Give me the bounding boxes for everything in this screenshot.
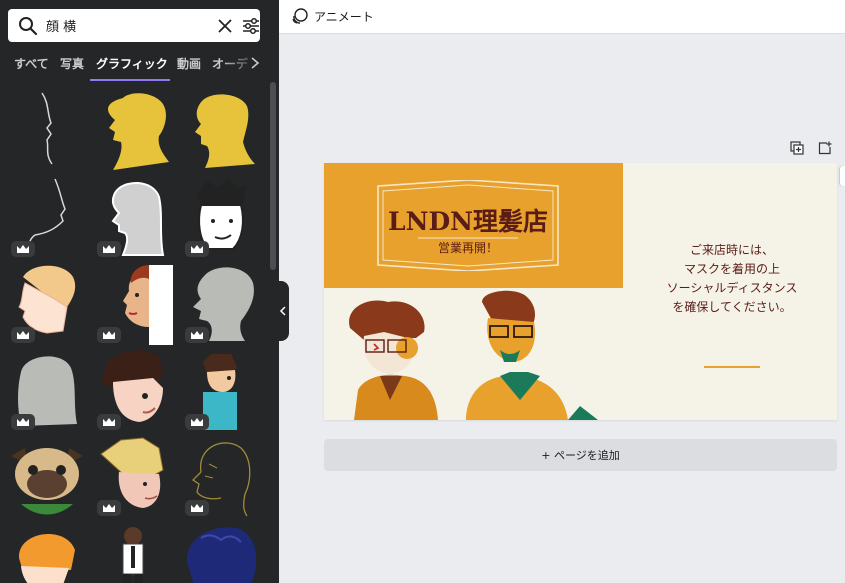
graphic-redhead-woman-half[interactable] bbox=[93, 261, 173, 345]
animate-button[interactable]: アニメート bbox=[314, 8, 374, 25]
crown-icon bbox=[17, 418, 29, 426]
close-icon[interactable] bbox=[216, 17, 234, 35]
graphic-grey-head-silhouette[interactable] bbox=[181, 261, 261, 345]
premium-crown-badge bbox=[97, 327, 121, 343]
graphic-line-head-gold[interactable] bbox=[181, 434, 261, 518]
chevron-left-icon bbox=[279, 306, 286, 316]
editor-topbar: アニメート bbox=[279, 0, 845, 34]
graphic-grey-woman-silhouette[interactable] bbox=[7, 348, 87, 432]
graphic-cartoon-boy-brown-hair[interactable] bbox=[93, 348, 173, 432]
slide-message-line: ご来店時には、 bbox=[689, 243, 774, 257]
crown-icon bbox=[191, 504, 203, 512]
graphic-cartoon-man-black-hair[interactable] bbox=[181, 175, 261, 259]
graphic-cartoon-boy-side[interactable] bbox=[181, 348, 261, 432]
graphic-line-profile-chin[interactable] bbox=[7, 175, 87, 259]
tab-videos[interactable]: 動画 bbox=[177, 55, 201, 72]
search-bar[interactable] bbox=[8, 9, 260, 42]
barbers-illustration bbox=[349, 290, 598, 420]
animate-icon[interactable] bbox=[291, 8, 308, 25]
graphic-pug-face[interactable] bbox=[7, 434, 87, 518]
graphic-blond-man-sketch[interactable] bbox=[93, 434, 173, 518]
barbershop-sign[interactable]: LNDN理髪店 営業再開！ bbox=[370, 180, 566, 271]
graphics-panel: すべて 写真 グラフィック 動画 オーデ bbox=[0, 0, 279, 583]
premium-crown-badge bbox=[185, 241, 209, 257]
panel-collapse-handle[interactable] bbox=[277, 281, 289, 341]
premium-crown-badge bbox=[97, 414, 121, 430]
duplicate-page-icon[interactable] bbox=[790, 141, 804, 155]
graphic-yellow-man-silhouette[interactable] bbox=[181, 88, 261, 172]
crown-icon bbox=[191, 245, 203, 253]
slide-divider-line bbox=[704, 366, 760, 368]
tab-graphics[interactable]: グラフィック bbox=[96, 55, 168, 72]
active-tab-indicator bbox=[90, 79, 170, 81]
graphic-line-profile-face[interactable] bbox=[7, 88, 87, 172]
premium-crown-badge bbox=[11, 414, 35, 430]
crown-icon bbox=[103, 331, 115, 339]
graphic-blond-man-profile[interactable] bbox=[7, 261, 87, 345]
premium-crown-badge bbox=[97, 241, 121, 257]
slide-message-line: を確保してください。 bbox=[672, 300, 792, 314]
search-input[interactable] bbox=[46, 15, 206, 36]
chevron-right-icon[interactable] bbox=[249, 56, 261, 70]
graphic-yellow-woman-silhouette[interactable] bbox=[93, 88, 173, 172]
tab-all[interactable]: すべて bbox=[14, 55, 49, 72]
add-page-icon[interactable] bbox=[818, 141, 832, 155]
add-page-button[interactable]: + ページを追加 bbox=[324, 439, 837, 471]
premium-crown-badge bbox=[11, 241, 35, 257]
category-tabs: すべて 写真 グラフィック 動画 オーデ bbox=[0, 50, 279, 82]
crown-icon bbox=[103, 245, 115, 253]
premium-crown-badge bbox=[11, 327, 35, 343]
premium-crown-badge bbox=[185, 414, 209, 430]
design-page[interactable]: LNDN理髪店 営業再開！ ご来店時には、 マスクを着用の上 ソーシャルディスタ… bbox=[324, 163, 837, 420]
panel-scrollbar[interactable] bbox=[270, 82, 276, 270]
slide-message: ご来店時には、 マスクを着用の上 ソーシャルディスタンス を確保してください。 bbox=[642, 241, 822, 317]
right-panel-edge[interactable] bbox=[840, 166, 845, 186]
slide-subtitle: 営業再開！ bbox=[437, 241, 498, 255]
slide-message-line: マスクを着用の上 bbox=[683, 262, 780, 276]
slide-title: LNDN理髪店 bbox=[388, 207, 548, 236]
search-icon bbox=[19, 17, 38, 36]
crown-icon bbox=[103, 504, 115, 512]
graphic-grey-woman-profile[interactable] bbox=[93, 175, 173, 259]
filter-sliders-icon[interactable] bbox=[241, 16, 261, 36]
crown-icon bbox=[17, 331, 29, 339]
crown-icon bbox=[191, 331, 203, 339]
graphic-businessman-thinking[interactable] bbox=[93, 522, 173, 583]
graphic-blue-curly-hair[interactable] bbox=[181, 522, 261, 583]
crown-icon bbox=[17, 245, 29, 253]
tab-photos[interactable]: 写真 bbox=[60, 55, 84, 72]
crown-icon bbox=[103, 418, 115, 426]
graphic-orange-hair-head[interactable] bbox=[7, 522, 87, 583]
premium-crown-badge bbox=[185, 500, 209, 516]
premium-crown-badge bbox=[185, 327, 209, 343]
crown-icon bbox=[191, 418, 203, 426]
premium-crown-badge bbox=[97, 500, 121, 516]
slide-message-line: ソーシャルディスタンス bbox=[666, 281, 798, 295]
